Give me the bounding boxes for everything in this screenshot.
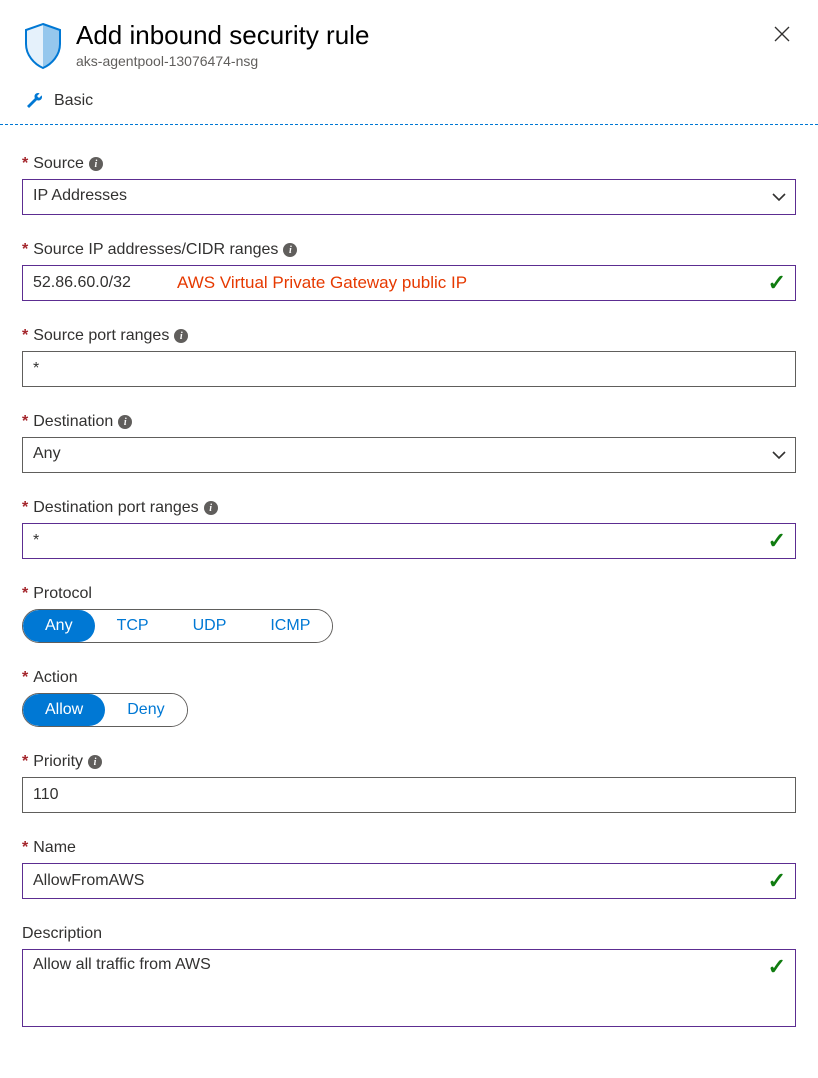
- dest-port-label: Destination port ranges: [33, 499, 198, 517]
- mode-toggle-basic[interactable]: Basic: [22, 90, 796, 112]
- protocol-option-icmp[interactable]: ICMP: [248, 610, 332, 642]
- priority-input[interactable]: [22, 777, 796, 813]
- required-marker: *: [22, 413, 28, 431]
- wrench-icon: [24, 90, 46, 112]
- protocol-group: Any TCP UDP ICMP: [22, 609, 333, 643]
- required-marker: *: [22, 499, 28, 517]
- source-label: Source: [33, 155, 84, 173]
- info-icon[interactable]: i: [89, 157, 103, 171]
- required-marker: *: [22, 753, 28, 771]
- dest-port-input[interactable]: [22, 523, 796, 559]
- name-label: Name: [33, 839, 76, 857]
- source-ip-label: Source IP addresses/CIDR ranges: [33, 241, 278, 259]
- page-title: Add inbound security rule: [76, 20, 796, 51]
- required-marker: *: [22, 327, 28, 345]
- protocol-label: Protocol: [33, 585, 92, 603]
- action-label: Action: [33, 669, 77, 687]
- required-marker: *: [22, 585, 28, 603]
- action-option-allow[interactable]: Allow: [23, 694, 105, 726]
- close-icon: [773, 25, 791, 43]
- shield-icon: [22, 22, 64, 70]
- info-icon[interactable]: i: [174, 329, 188, 343]
- protocol-option-tcp[interactable]: TCP: [95, 610, 171, 642]
- required-marker: *: [22, 839, 28, 857]
- required-marker: *: [22, 241, 28, 259]
- action-group: Allow Deny: [22, 693, 188, 727]
- info-icon[interactable]: i: [283, 243, 297, 257]
- source-port-label: Source port ranges: [33, 327, 169, 345]
- description-textarea[interactable]: [22, 949, 796, 1027]
- info-icon[interactable]: i: [204, 501, 218, 515]
- info-icon[interactable]: i: [88, 755, 102, 769]
- source-select[interactable]: IP Addresses: [22, 179, 796, 215]
- protocol-option-any[interactable]: Any: [23, 610, 95, 642]
- source-ip-input[interactable]: [22, 265, 796, 301]
- resource-subtitle: aks-agentpool-13076474-nsg: [76, 53, 796, 69]
- priority-label: Priority: [33, 753, 83, 771]
- protocol-option-udp[interactable]: UDP: [171, 610, 249, 642]
- source-port-input[interactable]: [22, 351, 796, 387]
- close-button[interactable]: [768, 20, 796, 48]
- required-marker: *: [22, 155, 28, 173]
- destination-label: Destination: [33, 413, 113, 431]
- action-option-deny[interactable]: Deny: [105, 694, 186, 726]
- required-marker: *: [22, 669, 28, 687]
- basic-mode-label: Basic: [54, 92, 93, 110]
- description-label: Description: [22, 925, 102, 943]
- info-icon[interactable]: i: [118, 415, 132, 429]
- destination-select[interactable]: Any: [22, 437, 796, 473]
- separator: [0, 124, 818, 125]
- name-input[interactable]: [22, 863, 796, 899]
